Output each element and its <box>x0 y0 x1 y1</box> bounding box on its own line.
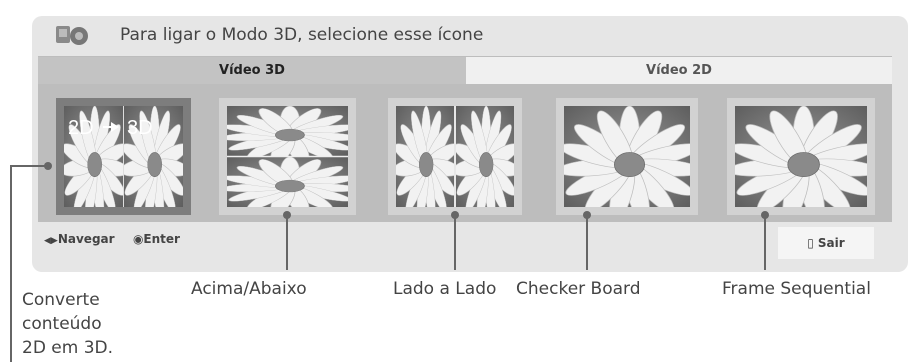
label-3d: 3D <box>127 117 153 139</box>
callout-dot-convert <box>44 162 52 170</box>
thumb-frame-sequential[interactable] <box>727 98 875 215</box>
navigate-label: Navegar <box>57 232 115 246</box>
3d-mode-icon <box>56 26 88 45</box>
left-right-arrows-icon: ◀▶ <box>44 236 58 246</box>
label-checker-board: Checker Board <box>516 279 641 299</box>
thumb-frame-sequential-image <box>735 106 867 207</box>
thumb-top-bottom[interactable] <box>219 98 356 215</box>
thumb-2d-to-3d-image: 2D 3D <box>64 106 183 207</box>
navigation-hint: ◀▶Navegar ◉Enter <box>44 232 180 246</box>
label-frame-sequential: Frame Sequential <box>722 279 871 299</box>
exit-button[interactable]: ▯ Sair <box>778 227 874 259</box>
thumb-side-by-side-image <box>396 106 514 207</box>
enter-button-icon: ◉ <box>132 232 144 246</box>
convert-line-2: conteúdo <box>22 314 102 334</box>
convert-line-3: 2D em 3D. <box>22 338 114 358</box>
callout-line-side-by-side <box>454 215 456 270</box>
callout-line-convert <box>10 166 12 362</box>
thumb-top-bottom-image <box>227 106 348 207</box>
thumb-2d-to-3d[interactable]: 2D 3D <box>56 98 191 215</box>
label-side-by-side: Lado a Lado <box>393 279 497 299</box>
convert-line-1: Converte <box>22 290 100 310</box>
label-convert-description: Converte conteúdo 2D em 3D. <box>22 288 113 360</box>
thumb-checker-board-image <box>564 106 690 207</box>
callout-line-frame-sequential <box>764 215 766 270</box>
tab-video-2d[interactable]: Vídeo 2D <box>466 57 892 84</box>
callout-line-checker-board <box>586 215 588 270</box>
label-2d: 2D <box>68 117 94 139</box>
callout-line-convert-h <box>10 165 48 167</box>
exit-icon: ▯ <box>807 236 814 250</box>
thumb-side-by-side[interactable] <box>388 98 522 215</box>
enter-label: Enter <box>143 232 180 246</box>
tab-video-3d[interactable]: Vídeo 3D <box>38 57 466 84</box>
label-top-bottom: Acima/Abaixo <box>191 279 307 299</box>
header-instruction: Para ligar o Modo 3D, selecione esse íco… <box>120 25 484 45</box>
callout-line-top-bottom <box>286 215 288 270</box>
thumb-checker-board[interactable] <box>556 98 698 215</box>
exit-label: Sair <box>817 236 845 250</box>
